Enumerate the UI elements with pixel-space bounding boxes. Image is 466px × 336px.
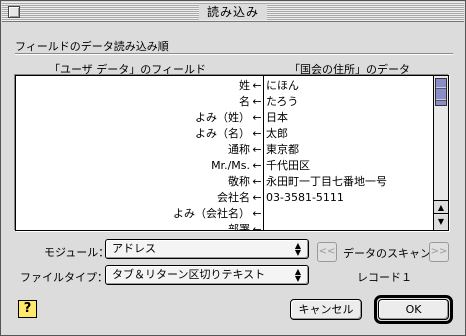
left-arrow-icon: ← — [252, 223, 262, 231]
section-title: フィールドのデータ読み込み順 — [15, 40, 169, 53]
module-popup[interactable]: アドレス ▲ ▼ — [105, 239, 309, 259]
left-arrow-icon: ← — [252, 127, 262, 140]
left-arrow-icon: ← — [252, 159, 262, 172]
mapping-row[interactable]: 通称 ← 東京都 — [16, 142, 436, 158]
help-icon[interactable]: ? — [18, 300, 37, 318]
vertical-scrollbar[interactable]: ▲ ▼ — [433, 76, 448, 230]
left-arrow-icon: ← — [252, 79, 262, 92]
left-arrow-icon: ← — [252, 143, 262, 156]
field-mapping-list[interactable]: 姓 ← にほん名 ← たろう よみ（姓） ← 日本 よみ（名） ← 太郎 通称 ← 東京都 Mr./Ms. ←… — [15, 75, 449, 231]
module-value: アドレス — [112, 242, 156, 255]
updown-arrows-icon: ▲ ▼ — [294, 241, 302, 257]
field-value: 東京都 — [266, 143, 299, 156]
field-name: よみ（会社名） — [173, 207, 250, 220]
field-name: 通称 — [228, 143, 250, 156]
filetype-label: ファイルタイプ： — [20, 271, 108, 284]
field-value: 永田町一丁目七番地一号 — [266, 175, 387, 188]
field-name: 姓 — [239, 79, 250, 92]
cancel-button[interactable]: キャンセル — [290, 299, 362, 320]
separator — [15, 53, 453, 55]
updown-arrows-icon: ▲ ▼ — [294, 267, 302, 283]
module-label: モジュール： — [44, 246, 110, 259]
field-name: 敬称 — [228, 175, 250, 188]
mapping-row[interactable]: 部署 ← — [16, 222, 436, 231]
field-name: 部署 — [228, 223, 250, 231]
field-value: にほん — [266, 79, 299, 92]
scan-label: データのスキャン — [343, 247, 431, 260]
scroll-thumb[interactable] — [435, 78, 447, 106]
filetype-value: タブ＆リターン区切りテキスト — [112, 268, 266, 281]
mapping-row[interactable]: 名 ← たろう — [16, 94, 436, 110]
ok-button[interactable]: OK — [378, 299, 449, 320]
title-bar[interactable]: 読み込み — [2, 2, 464, 22]
mapping-rows: 姓 ← にほん名 ← たろう よみ（姓） ← 日本 よみ（名） ← 太郎 通称 ← 東京都 Mr./Ms. ←… — [16, 78, 436, 231]
field-name: よみ（姓） — [195, 111, 250, 124]
left-arrow-icon: ← — [252, 95, 262, 108]
mapping-row[interactable]: よみ（姓） ← 日本 — [16, 110, 436, 126]
scan-next-button[interactable]: >> — [429, 242, 449, 262]
field-value: 太郎 — [266, 127, 288, 140]
scroll-down-arrow-icon[interactable]: ▼ — [434, 215, 448, 229]
field-name: よみ（名） — [195, 127, 250, 140]
field-name: 会社名 — [217, 191, 250, 204]
field-name: Mr./Ms. — [211, 159, 250, 172]
mapping-row[interactable]: 敬称 ← 永田町一丁目七番地一号 — [16, 174, 436, 190]
field-value: 千代田区 — [266, 159, 310, 172]
field-value: 03-3581-5111 — [266, 191, 344, 204]
window-title: 読み込み — [198, 4, 268, 20]
mapping-row[interactable]: よみ（名） ← 太郎 — [16, 126, 436, 142]
filetype-popup[interactable]: タブ＆リターン区切りテキスト ▲ ▼ — [105, 265, 309, 285]
record-indicator: レコード１ — [357, 271, 412, 284]
import-dialog: 読み込み フィールドのデータ読み込み順 「ユーザ データ」のフィールド 「国会の… — [0, 0, 466, 336]
field-name: 名 — [239, 95, 250, 108]
mapping-row[interactable]: 姓 ← にほん — [16, 78, 436, 94]
left-arrow-icon: ← — [252, 207, 262, 220]
field-value: 日本 — [266, 111, 288, 124]
left-arrow-icon: ← — [252, 175, 262, 188]
left-arrow-icon: ← — [252, 191, 262, 204]
close-box[interactable] — [8, 6, 20, 18]
field-value: たろう — [266, 95, 299, 108]
scan-prev-button[interactable]: << — [317, 242, 337, 262]
left-arrow-icon: ← — [252, 111, 262, 124]
mapping-row[interactable]: Mr./Ms. ← 千代田区 — [16, 158, 436, 174]
mapping-row[interactable]: よみ（会社名） ← — [16, 206, 436, 222]
mapping-row[interactable]: 会社名 ← 03-3581-5111 — [16, 190, 436, 206]
scroll-up-arrow-icon[interactable]: ▲ — [434, 200, 448, 214]
